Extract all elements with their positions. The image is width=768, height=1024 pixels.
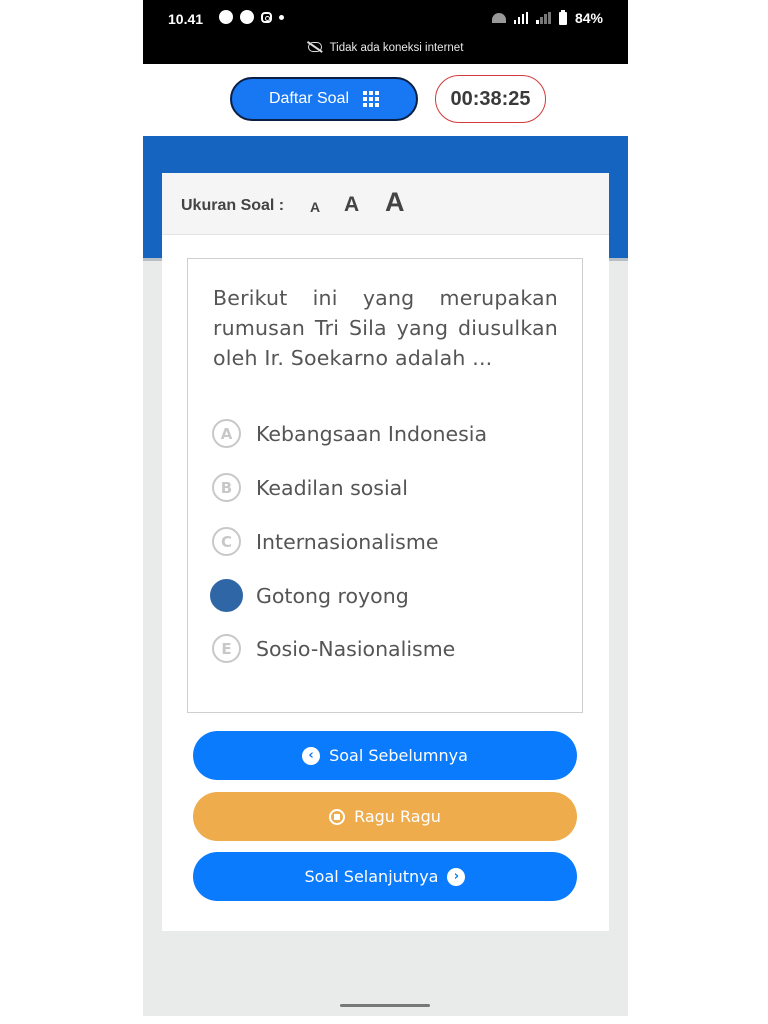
option-b-text: Keadilan sosial <box>256 475 408 500</box>
option-b[interactable]: B Keadilan sosial <box>212 473 408 502</box>
previous-label: Soal Sebelumnya <box>329 746 468 765</box>
notification-icons <box>219 10 284 24</box>
offline-text: Tidak ada koneksi internet <box>329 42 464 54</box>
option-e[interactable]: E Sosio-Nasionalisme <box>212 634 455 663</box>
cloud-off-icon <box>307 42 322 52</box>
option-a[interactable]: A Kebangsaan Indonesia <box>212 419 487 448</box>
status-time: 10.41 <box>168 11 204 27</box>
message-icon <box>219 10 233 24</box>
instagram-icon <box>261 11 272 23</box>
chevron-right-icon: › <box>447 867 466 886</box>
next-question-button[interactable]: Soal Selanjutnya › <box>193 852 577 901</box>
font-size-small-button[interactable]: A <box>310 199 320 215</box>
font-size-medium-button[interactable]: A <box>344 193 359 217</box>
signal-2-icon <box>536 12 551 24</box>
battery-level: 84% <box>574 10 603 26</box>
offline-banner: Tidak ada koneksi internet <box>143 42 628 54</box>
chevron-left-icon: ‹ <box>302 746 321 765</box>
option-e-radio[interactable]: E <box>212 634 241 663</box>
font-size-label: Ukuran Soal : <box>181 197 285 214</box>
chat-icon <box>240 10 254 24</box>
ragu-ragu-button[interactable]: Ragu Ragu <box>193 792 577 841</box>
wifi-off-icon <box>491 13 506 23</box>
ragu-label: Ragu Ragu <box>354 807 441 826</box>
option-d-text: Gotong royong <box>256 583 409 608</box>
option-a-text: Kebangsaan Indonesia <box>256 421 488 446</box>
status-bar: 10.41 84% Tidak ada koneksi internet <box>143 0 628 64</box>
option-d[interactable]: D Gotong royong <box>210 579 409 612</box>
option-a-radio[interactable]: A <box>212 419 241 448</box>
home-indicator[interactable] <box>340 1004 430 1007</box>
more-notifications-icon <box>279 14 284 20</box>
option-c-radio[interactable]: C <box>212 527 241 556</box>
option-c[interactable]: C Internasionalisme <box>212 527 438 556</box>
countdown-timer: 00:38:25 <box>435 75 546 123</box>
option-d-radio-selected[interactable]: D <box>210 579 243 612</box>
battery-icon <box>558 9 567 25</box>
option-b-radio[interactable]: B <box>212 473 241 502</box>
font-size-bar: Ukuran Soal : A A A <box>162 173 609 235</box>
option-c-text: Internasionalisme <box>256 529 439 554</box>
question-box: Berikut ini yang merupakan rumusan Tri S… <box>187 258 583 713</box>
stop-circle-icon <box>329 808 346 825</box>
phone-screen: 10.41 84% Tidak ada koneksi internet Daf… <box>143 0 628 1016</box>
daftar-soal-button[interactable]: Daftar Soal <box>230 77 418 121</box>
status-right: 84% <box>491 9 603 26</box>
question-text: Berikut ini yang merupakan rumusan Tri S… <box>213 286 558 370</box>
font-size-large-button[interactable]: A <box>385 187 405 218</box>
signal-icon <box>513 12 529 24</box>
daftar-soal-label: Daftar Soal <box>268 90 350 107</box>
question-card: Ukuran Soal : A A A Berikut ini yang mer… <box>162 173 609 931</box>
next-label: Soal Selanjutnya <box>304 867 439 886</box>
top-bar: Daftar Soal 00:38:25 <box>143 64 628 136</box>
option-e-text: Sosio-Nasionalisme <box>256 636 456 661</box>
grid-icon <box>363 91 380 107</box>
previous-question-button[interactable]: ‹ Soal Sebelumnya <box>193 731 577 780</box>
